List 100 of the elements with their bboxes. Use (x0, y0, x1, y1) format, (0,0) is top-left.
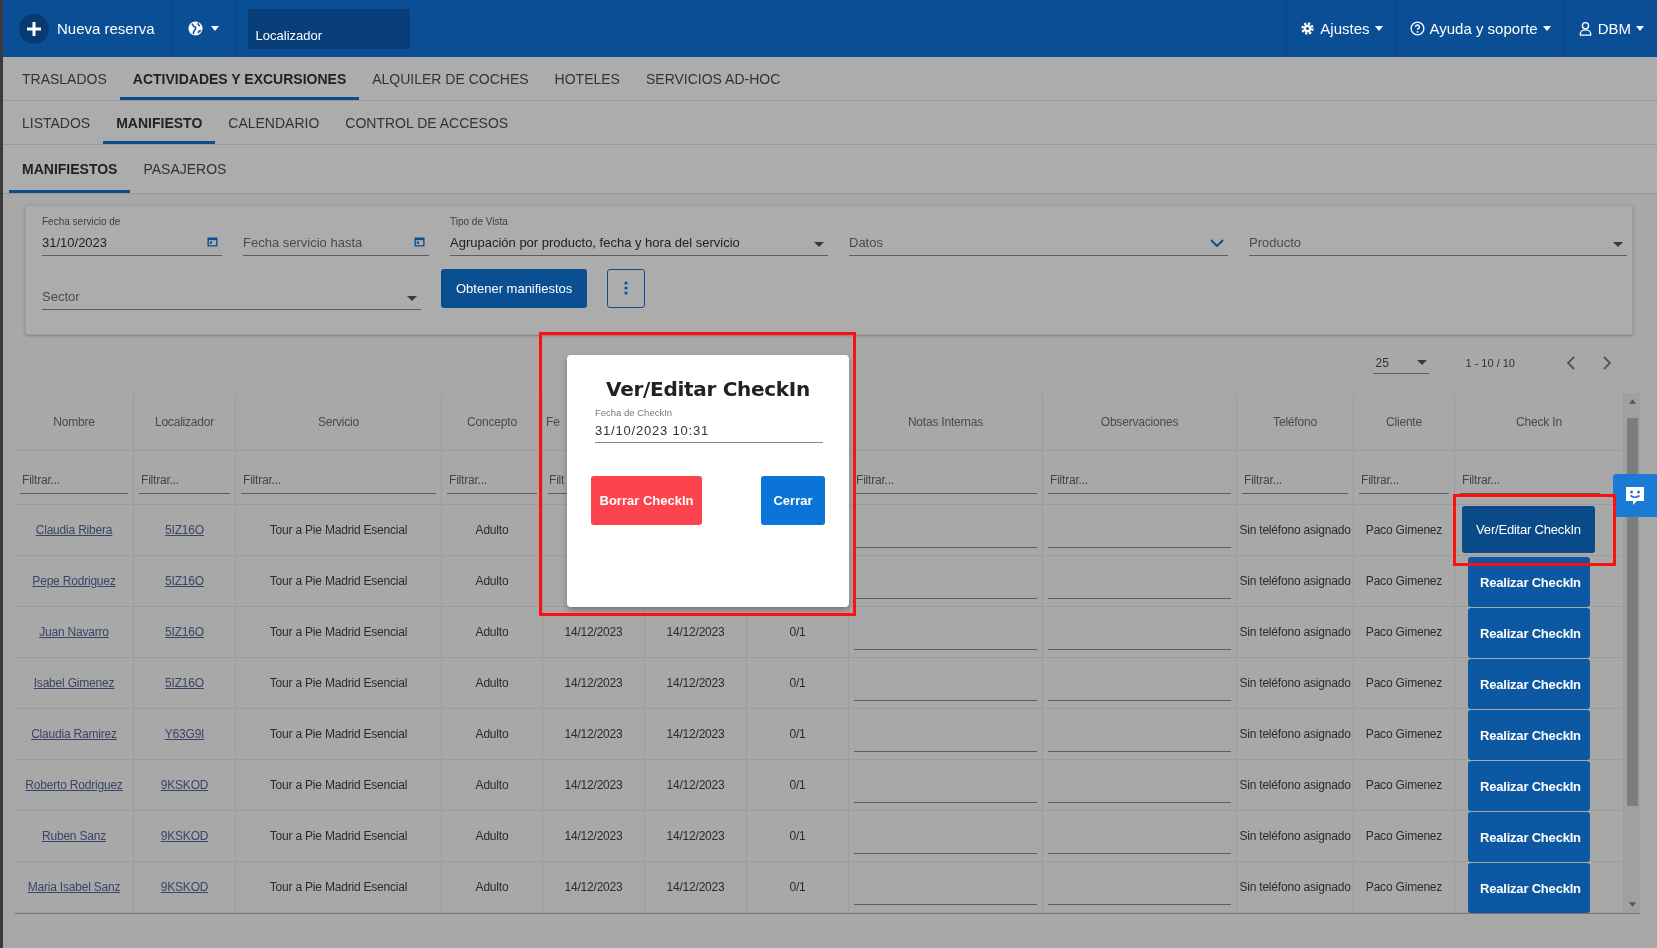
table-cell: 0/1 (789, 778, 806, 792)
checkin-button[interactable]: Realizar CheckIn (1468, 761, 1590, 811)
table-cell: Sin teléfono asignado (1239, 778, 1351, 792)
gear-icon (1300, 21, 1316, 36)
date-field[interactable]: Fecha servicio de 31/10/2023 (42, 212, 222, 256)
column-header: Nombre (15, 393, 134, 451)
locator-link[interactable]: 5IZ16O (165, 523, 204, 537)
calendar-icon (207, 236, 218, 247)
locator-link[interactable]: 9KSKOD (160, 778, 209, 792)
delete-checkin-button[interactable]: Borrar CheckIn (591, 476, 702, 525)
locator-link[interactable]: 5IZ16O (165, 574, 204, 588)
table-cell: Tour a Pie Madrid Esencial (269, 880, 408, 894)
locator-search-field[interactable]: Localizador (247, 8, 410, 49)
table-cell: 0/1 (789, 625, 806, 639)
table-cell: Adulto (475, 727, 509, 741)
table-cell: Adulto (475, 523, 509, 537)
tab[interactable]: PASAJEROS (130, 145, 240, 193)
tab[interactable]: HOTELES (541, 57, 633, 100)
table-cell: Sin teléfono asignado (1239, 523, 1351, 537)
locator-link[interactable]: 5IZ16O (165, 625, 204, 639)
table-cell: 0/1 (789, 829, 806, 843)
close-button[interactable]: Cerrar (761, 476, 825, 525)
select-field[interactable]: Sector (42, 266, 421, 310)
name-link[interactable]: Juan Navarro (39, 625, 109, 639)
tab[interactable]: ALQUILER DE COCHES (359, 57, 542, 100)
table-cell: Adulto (475, 829, 509, 843)
caret-icon (210, 26, 219, 31)
table-cell: Sin teléfono asignado (1239, 676, 1351, 690)
tab[interactable]: LISTADOS (9, 101, 104, 144)
get-manifests-button[interactable]: Obtener manifiestos (441, 268, 588, 308)
table-cell: Sin teléfono asignado (1239, 829, 1351, 843)
caret-icon (407, 296, 417, 301)
filter-field[interactable]: Filtrar... (1242, 467, 1348, 494)
locator-link[interactable]: 9KSKOD (160, 829, 209, 843)
filter-field[interactable]: Filtrar... (1048, 467, 1231, 494)
name-link[interactable]: Claudia Ramirez (31, 727, 117, 741)
checkin-button[interactable]: Realizar CheckIn (1468, 710, 1590, 760)
checkin-button[interactable]: Realizar CheckIn (1468, 812, 1590, 862)
table-cell: 14/12/2023 (564, 625, 623, 639)
filter-field[interactable]: Filtrar... (241, 467, 436, 494)
filter-field[interactable]: Filtrar... (139, 467, 230, 494)
table-cell: Paco Gimenez (1365, 829, 1443, 843)
table-cell: 14/12/2023 (666, 778, 725, 792)
tab[interactable]: TRASLADOS (9, 57, 120, 100)
select-field[interactable]: Datos (849, 212, 1228, 256)
table-cell: 14/12/2023 (666, 676, 725, 690)
table-cell: 14/12/2023 (564, 727, 623, 741)
date-field[interactable]: Fecha servicio hasta (243, 212, 429, 256)
caret-icon (1613, 242, 1623, 247)
name-link[interactable]: Ruben Sanz (41, 829, 107, 843)
name-link[interactable]: Roberto Rodriguez (25, 778, 123, 792)
filter-field[interactable]: Filtrar... (20, 467, 128, 494)
table-cell: 14/12/2023 (564, 829, 623, 843)
tab[interactable]: CALENDARIO (215, 101, 333, 144)
column-header: Servicio (236, 393, 442, 451)
table-cell: 14/12/2023 (564, 676, 623, 690)
table-cell: Paco Gimenez (1365, 523, 1443, 537)
scroll-down-icon (1628, 902, 1636, 907)
tab[interactable]: SERVICIOS AD-HOC (632, 57, 794, 100)
filter-field[interactable]: Filtrar... (1460, 467, 1600, 494)
locator-link[interactable]: Y63G9I (164, 727, 205, 741)
column-header: Cliente (1354, 393, 1455, 451)
locator-link[interactable]: 9KSKOD (160, 880, 209, 894)
scroll-up-icon (1628, 399, 1636, 404)
tab[interactable]: MANIFIESTOS (9, 145, 131, 193)
table-cell: Paco Gimenez (1365, 574, 1443, 588)
more-options-button[interactable] (607, 268, 646, 308)
table-cell: Paco Gimenez (1365, 625, 1443, 639)
table-cell: 0/1 (789, 676, 806, 690)
checkin-button[interactable]: Realizar CheckIn (1468, 557, 1590, 607)
checkin-button[interactable]: Realizar CheckIn (1468, 863, 1590, 913)
chat-button[interactable] (1613, 474, 1657, 517)
name-link[interactable]: Claudia Ribera (35, 523, 113, 537)
help-icon (1409, 21, 1425, 36)
table-cell: Adulto (475, 574, 509, 588)
column-header: Teléfono (1237, 393, 1354, 451)
column-header: Concepto (442, 393, 543, 451)
filter-field[interactable]: Filtrar... (447, 467, 537, 494)
name-link[interactable]: Maria Isabel Sanz (27, 880, 121, 894)
scrollbar[interactable] (1624, 393, 1640, 913)
page-size-select[interactable]: 25 (1373, 352, 1430, 374)
filter-field[interactable]: Filtrar... (854, 467, 1037, 494)
chevron-down-icon (1210, 239, 1224, 247)
locator-link[interactable]: 5IZ16O (165, 676, 204, 690)
filter-field[interactable]: Filtrar... (1359, 467, 1449, 494)
page-range: 1 - 10 / 10 (1465, 357, 1515, 369)
select-field[interactable]: Tipo de Vista Agrupación por producto, fecha y hora del servicio (450, 212, 828, 256)
tab[interactable]: CONTROL DE ACCESOS (332, 101, 522, 144)
name-link[interactable]: Pepe Rodriguez (32, 574, 116, 588)
checkin-button[interactable]: Ver/Editar CheckIn (1462, 506, 1595, 553)
checkin-button[interactable]: Realizar CheckIn (1468, 608, 1590, 658)
checkin-button[interactable]: Realizar CheckIn (1468, 659, 1590, 709)
table-cell: Paco Gimenez (1365, 778, 1443, 792)
caret-icon (1417, 360, 1428, 365)
name-link[interactable]: Isabel Gimenez (33, 676, 115, 690)
checkin-date-field[interactable]: Fecha de CheckIn 31/10/2023 10:31 (595, 407, 823, 443)
table-cell: Paco Gimenez (1365, 727, 1443, 741)
select-field[interactable]: Producto (1249, 212, 1627, 256)
table-cell: Tour a Pie Madrid Esencial (269, 727, 408, 741)
column-header: Localizador (134, 393, 236, 451)
